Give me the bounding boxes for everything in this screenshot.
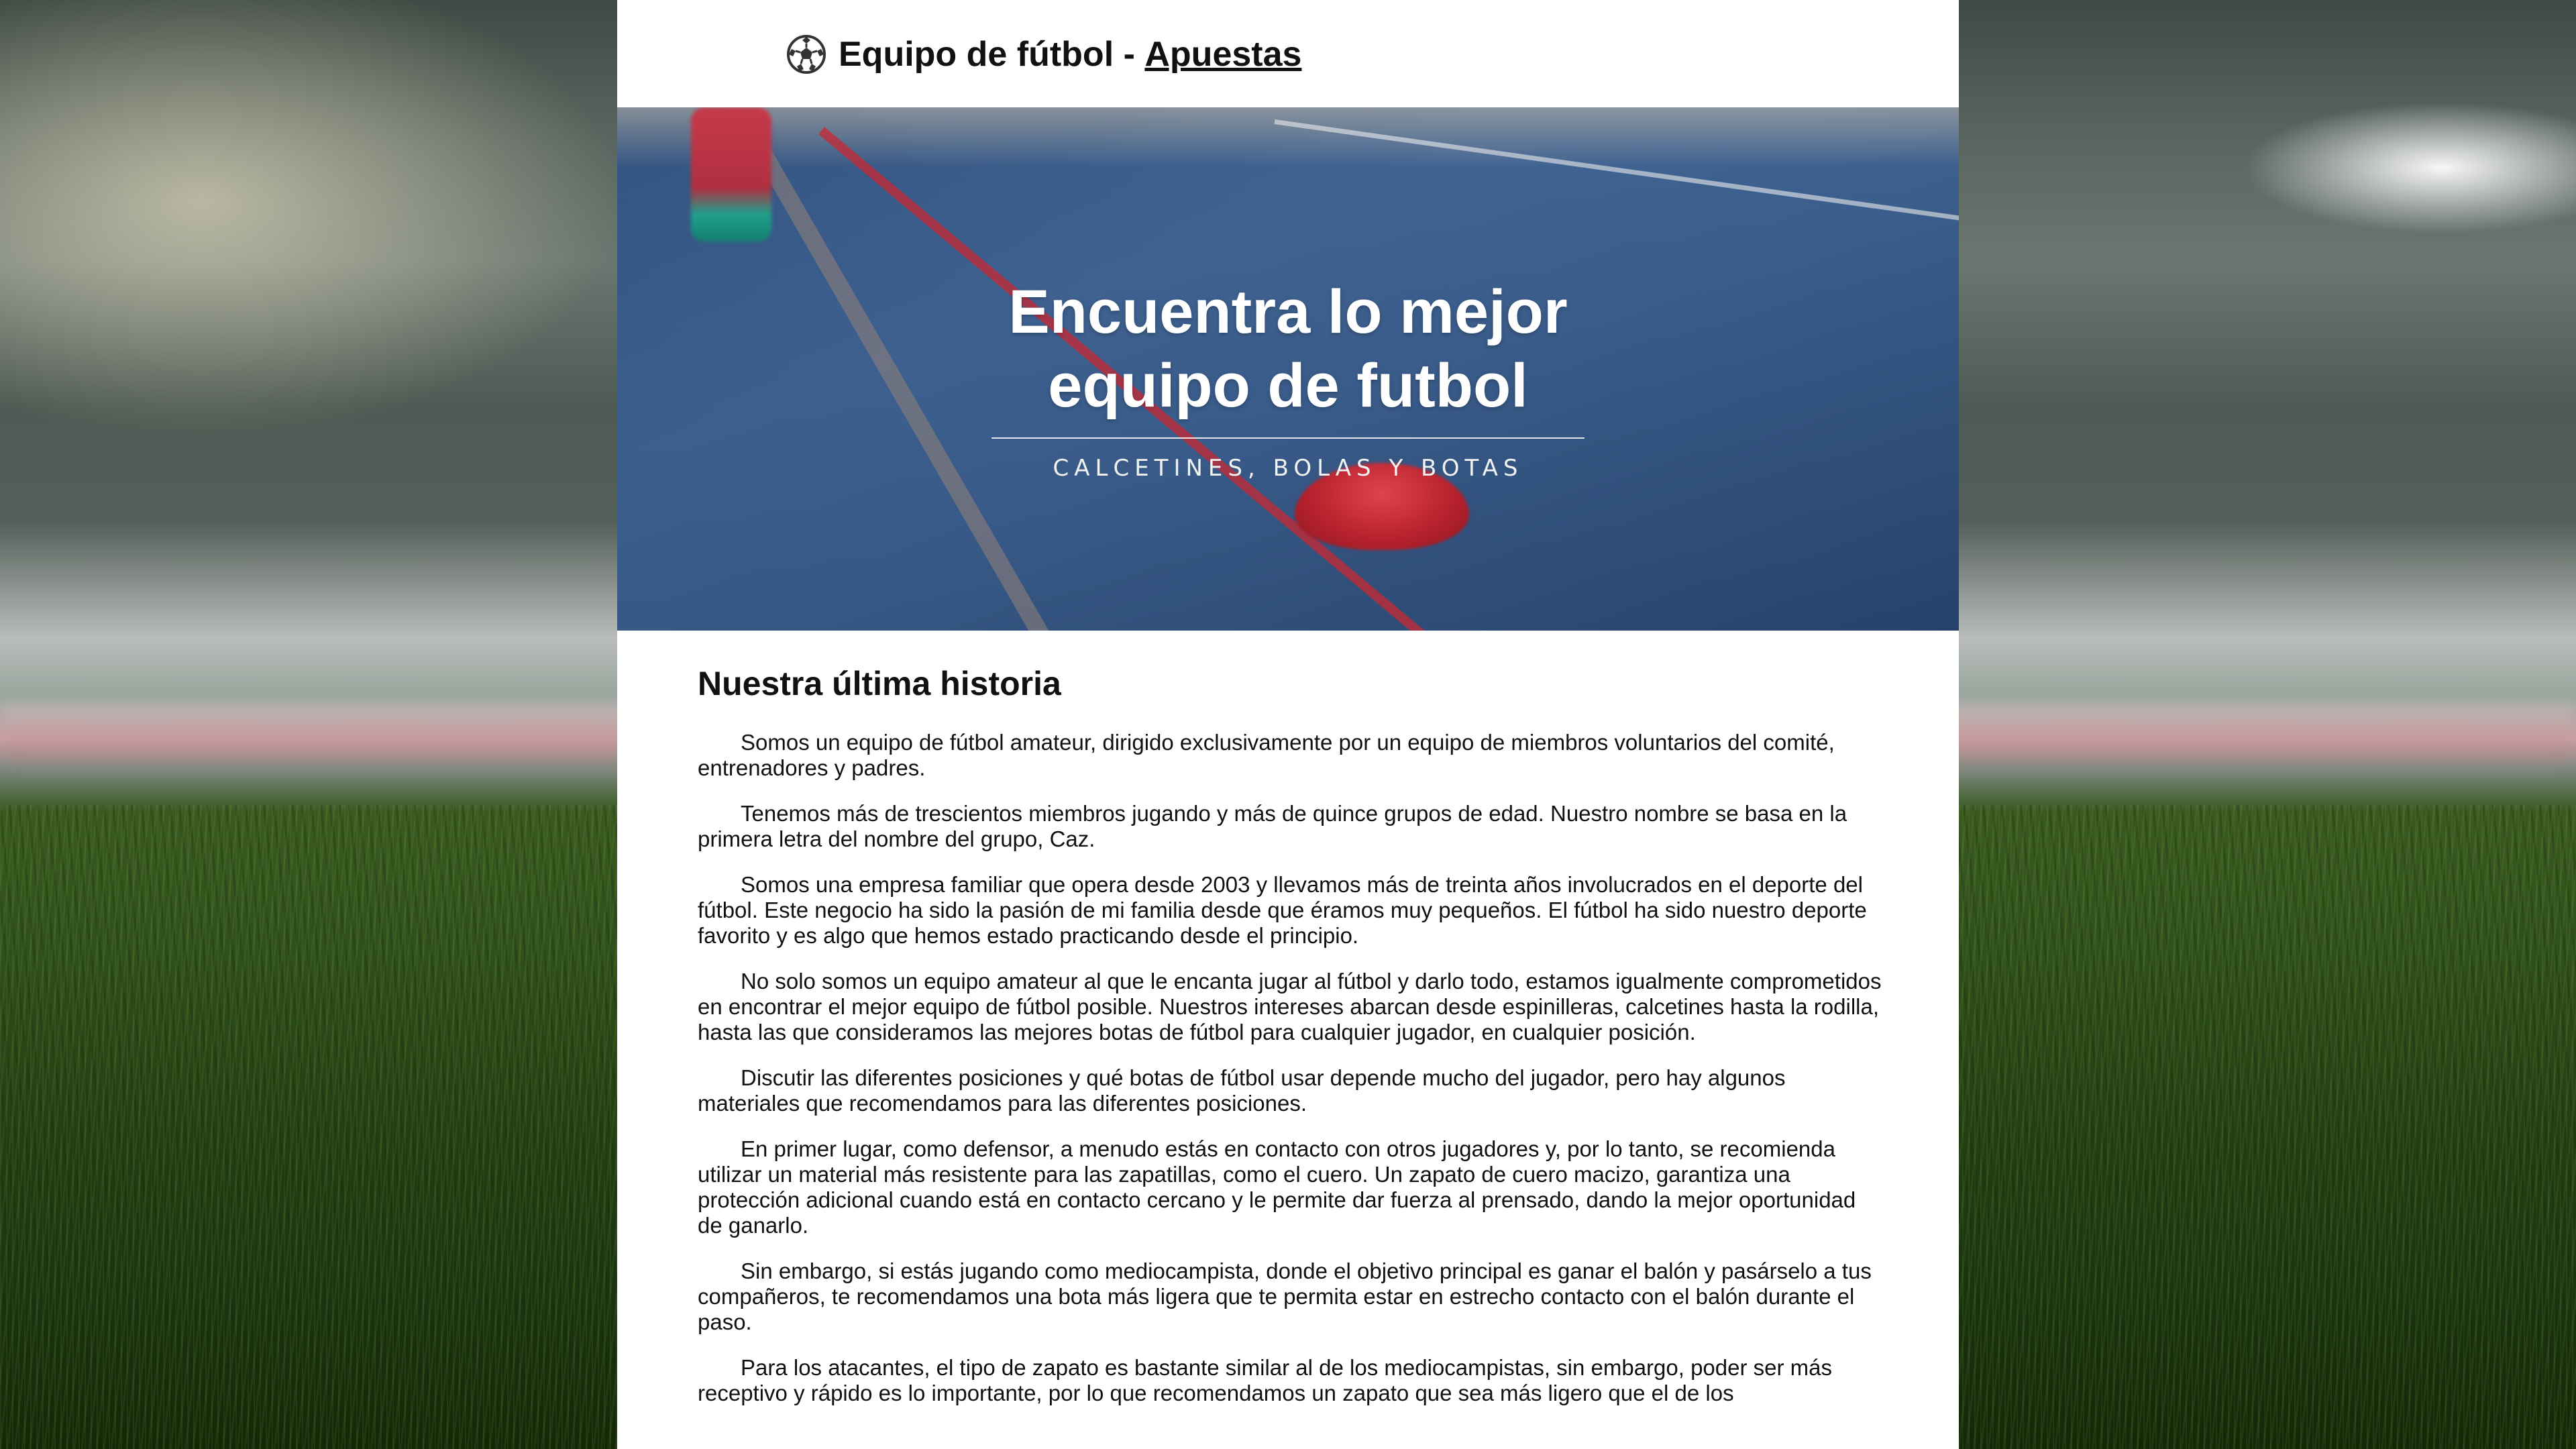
hero-banner: Encuentra lo mejor equipo de futbol CALC… <box>617 107 1959 631</box>
site-title-text: Equipo de fútbol - <box>839 35 1145 74</box>
hero-title: Encuentra lo mejor equipo de futbol <box>617 275 1959 423</box>
hero-text: Encuentra lo mejor equipo de futbol CALC… <box>617 275 1959 482</box>
story-section: Nuestra última historia Somos un equipo … <box>698 664 1885 1426</box>
story-paragraph: Sin embargo, si estás jugando como medio… <box>698 1258 1872 1334</box>
story-paragraph: Somos un equipo de fútbol amateur, dirig… <box>698 730 1835 780</box>
player-legs-image <box>691 107 771 241</box>
story-paragraph: En primer lugar, como defensor, a menudo… <box>698 1136 1856 1238</box>
story-paragraph: No solo somos un equipo amateur al que l… <box>698 969 1882 1044</box>
top-bar: Equipo de fútbol - Apuestas <box>617 0 1959 107</box>
story-paragraph: Discutir las diferentes posiciones y qué… <box>698 1065 1786 1116</box>
site-title: Equipo de fútbol - Apuestas <box>786 31 1301 78</box>
hero-subtitle: CALCETINES, BOLAS Y BOTAS <box>1053 455 1523 482</box>
main-panel: Equipo de fútbol - Apuestas Encuentra lo… <box>617 0 1959 1449</box>
story-paragraph: Tenemos más de trescientos miembros juga… <box>698 801 1847 851</box>
story-heading: Nuestra última historia <box>698 665 1061 702</box>
soccer-ball-icon <box>787 35 826 74</box>
story-paragraph: Somos una empresa familiar que opera des… <box>698 872 1867 948</box>
hero-title-line1: Encuentra lo mejor <box>1008 278 1568 346</box>
hero-divider <box>991 437 1585 439</box>
story-paragraph: Para los atacantes, el tipo de zapato es… <box>698 1355 1833 1405</box>
hero-title-line2: equipo de futbol <box>1048 352 1528 420</box>
apuestas-link[interactable]: Apuestas <box>1144 34 1301 74</box>
